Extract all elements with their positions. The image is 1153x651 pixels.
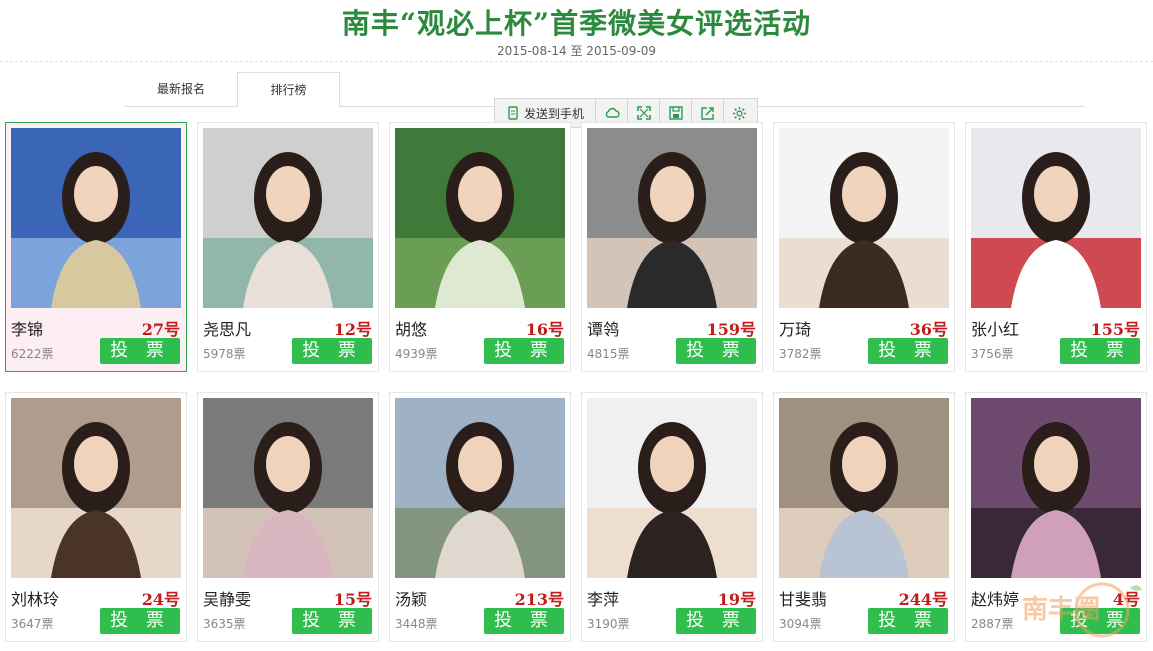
contestant-photo[interactable]	[395, 398, 565, 578]
vote-button[interactable]: 投 票	[1060, 338, 1140, 364]
tab-ranking[interactable]: 排行榜	[237, 72, 340, 108]
vote-button[interactable]: 投 票	[868, 608, 948, 634]
contestant-card[interactable]: 甘斐翡 244号 3094票 投 票	[773, 392, 955, 642]
vote-count: 5978票	[203, 347, 246, 361]
contestant-name: 张小红	[971, 320, 1020, 339]
page-title: 南丰“观必上杯”首季微美女评选活动	[341, 7, 812, 40]
nanfengquan-watermark-logo: 南丰圈	[1022, 582, 1142, 638]
vote-button[interactable]: 投 票	[676, 338, 756, 364]
contestant-photo[interactable]	[395, 128, 565, 308]
share-icon	[700, 107, 714, 120]
contestant-name: 万琦	[779, 320, 812, 339]
contestant-photo[interactable]	[203, 398, 373, 578]
contestant-number: 36号	[909, 320, 948, 339]
contestant-card[interactable]: 谭鸰 159号 4815票 投 票	[581, 122, 763, 372]
vote-count: 4815票	[587, 347, 630, 361]
vote-button[interactable]: 投 票	[484, 338, 564, 364]
contestant-name: 李萍	[587, 590, 620, 609]
vote-count: 2887票	[971, 617, 1014, 631]
vote-button[interactable]: 投 票	[100, 608, 180, 634]
svg-text:南丰圈: 南丰圈	[1022, 595, 1100, 625]
vote-count: 6222票	[11, 347, 54, 361]
contestant-number: 27号	[141, 320, 180, 339]
contestant-photo[interactable]	[11, 128, 181, 308]
vote-button[interactable]: 投 票	[292, 338, 372, 364]
contestant-name: 汤颖	[395, 590, 428, 609]
contestant-name: 李锦	[11, 320, 44, 339]
contestant-number: 16号	[525, 320, 564, 339]
contestant-photo[interactable]	[587, 128, 757, 308]
contestant-card[interactable]: 尧思凡 12号 5978票 投 票	[197, 122, 379, 372]
vote-count: 4939票	[395, 347, 438, 361]
contestant-photo[interactable]	[587, 398, 757, 578]
vote-count: 3635票	[203, 617, 246, 631]
contestant-card[interactable]: 万琦 36号 3782票 投 票	[773, 122, 955, 372]
contestant-name: 赵炜婷	[971, 590, 1020, 609]
fullscreen-icon	[636, 106, 651, 120]
save-icon	[668, 106, 683, 120]
contestant-number: 12号	[333, 320, 372, 339]
contestant-photo[interactable]	[971, 398, 1141, 578]
contestant-card[interactable]: 吴静雯 15号 3635票 投 票	[197, 392, 379, 642]
vote-count: 3094票	[779, 617, 822, 631]
contestant-photo[interactable]	[779, 128, 949, 308]
contestant-number: 213号	[514, 590, 564, 609]
contestant-number: 24号	[141, 590, 180, 609]
contestant-number: 19号	[717, 590, 756, 609]
vote-button[interactable]: 投 票	[868, 338, 948, 364]
header-divider	[0, 61, 1153, 62]
send-to-phone-label: 发送到手机	[523, 106, 584, 121]
contestant-card[interactable]: 张小红 155号 3756票 投 票	[965, 122, 1147, 372]
contestant-name: 谭鸰	[587, 320, 620, 339]
contestant-card[interactable]: 胡悠 16号 4939票 投 票	[389, 122, 571, 372]
vote-button[interactable]: 投 票	[292, 608, 372, 634]
vote-count: 3448票	[395, 617, 438, 631]
activity-date-range: 2015-08-14 至 2015-09-09	[496, 44, 657, 58]
vote-count: 3647票	[11, 617, 54, 631]
vote-button[interactable]: 投 票	[484, 608, 564, 634]
cloud-icon	[605, 107, 620, 118]
contestant-name: 甘斐翡	[779, 590, 828, 609]
contestant-card[interactable]: 李锦 27号 6222票 投 票	[5, 122, 187, 372]
contestant-number: 244号	[898, 590, 948, 609]
contestant-photo[interactable]	[779, 398, 949, 578]
contestant-name: 尧思凡	[203, 320, 252, 339]
contestant-card[interactable]: 汤颖 213号 3448票 投 票	[389, 392, 571, 642]
vote-count: 3782票	[779, 347, 822, 361]
contestant-number: 15号	[333, 590, 372, 609]
vote-count: 3190票	[587, 617, 630, 631]
contestant-number: 155号	[1090, 320, 1140, 339]
vote-button[interactable]: 投 票	[100, 338, 180, 364]
contestant-photo[interactable]	[203, 128, 373, 308]
contestant-name: 吴静雯	[203, 590, 252, 609]
contestant-number: 159号	[706, 320, 756, 339]
contestant-photo[interactable]	[971, 128, 1141, 308]
contestant-name: 胡悠	[395, 320, 428, 339]
vote-button[interactable]: 投 票	[676, 608, 756, 634]
settings-icon	[732, 106, 747, 120]
vote-count: 3756票	[971, 347, 1014, 361]
contestant-photo[interactable]	[11, 398, 181, 578]
tab-latest-signup[interactable]: 最新报名	[125, 72, 237, 106]
contestant-card[interactable]: 李萍 19号 3190票 投 票	[581, 392, 763, 642]
contestant-name: 刘林玲	[11, 590, 60, 609]
phone-icon	[508, 106, 518, 120]
contestant-card[interactable]: 刘林玲 24号 3647票 投 票	[5, 392, 187, 642]
